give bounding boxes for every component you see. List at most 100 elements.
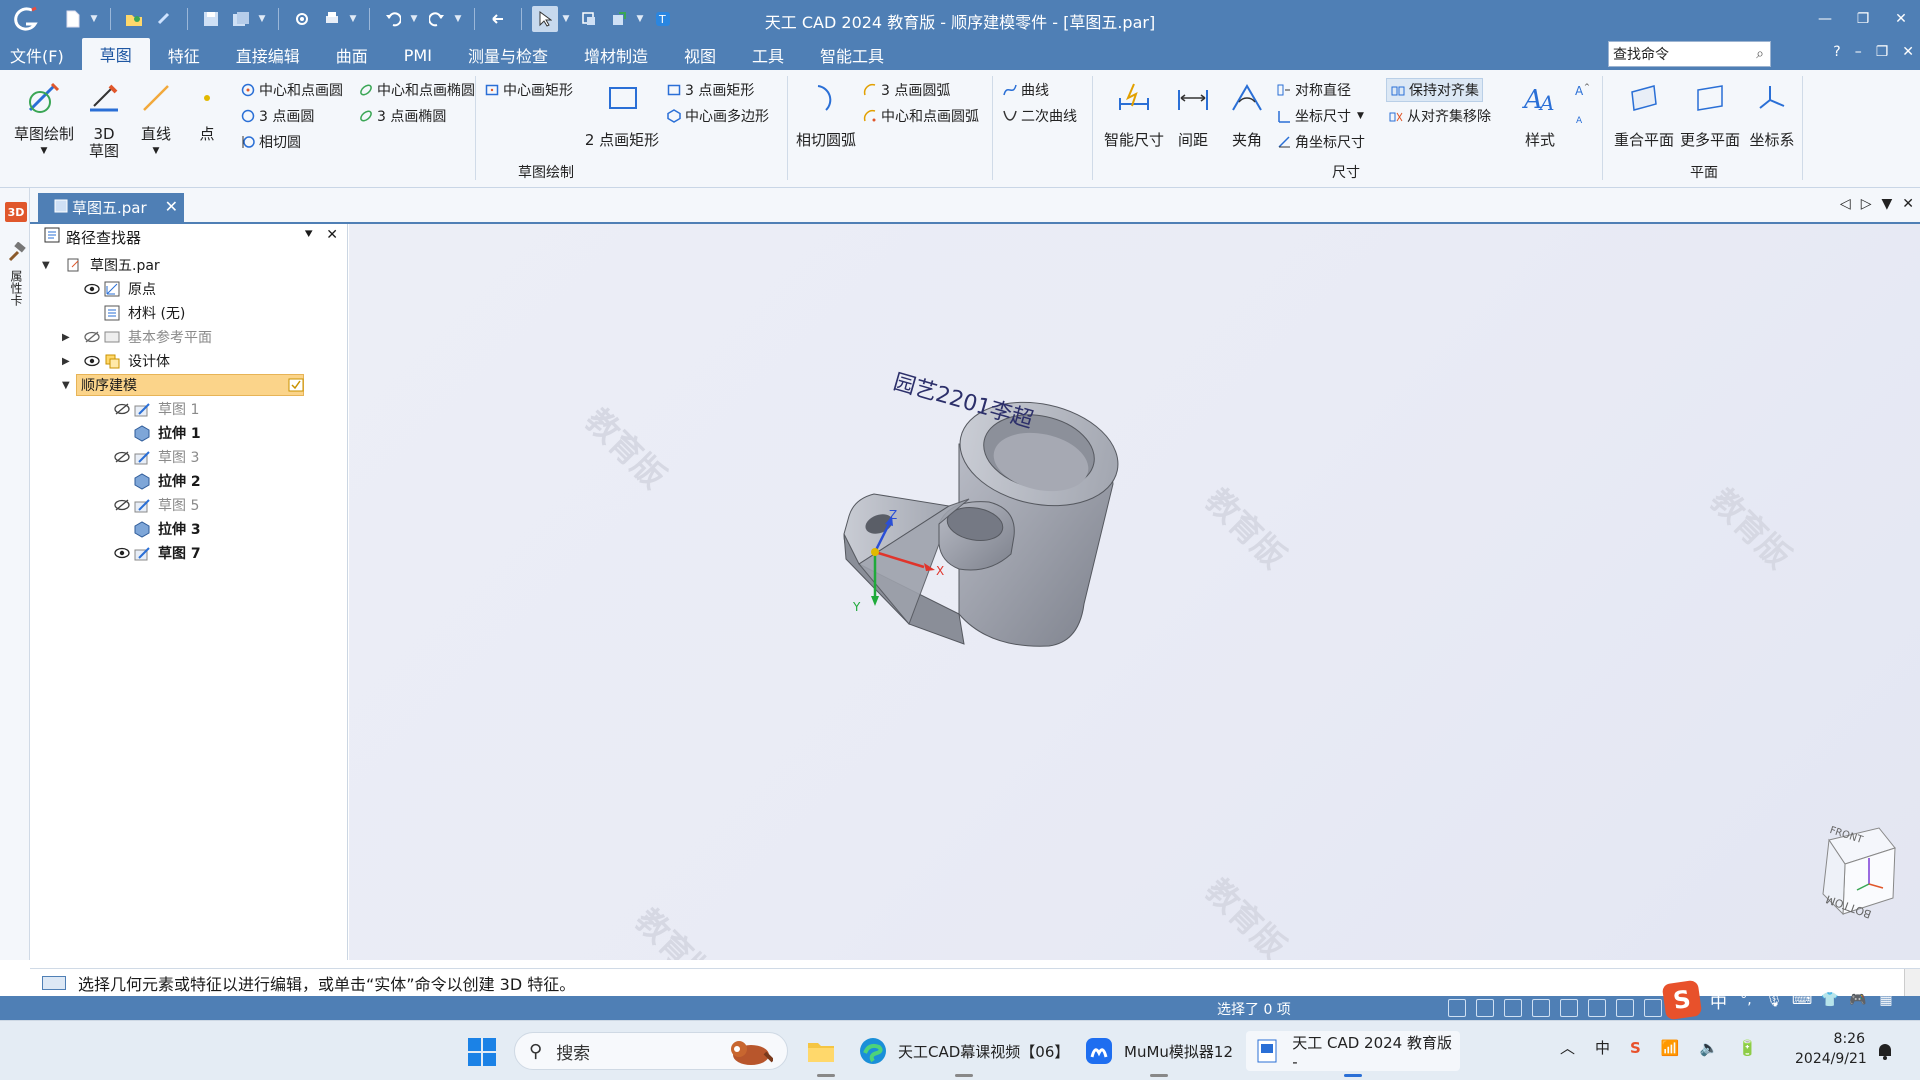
- select-pointer-icon[interactable]: [532, 6, 558, 32]
- conic-button[interactable]: 二次曲线: [1002, 106, 1077, 126]
- fit-view-icon[interactable]: [1504, 999, 1522, 1017]
- property-card-tab[interactable]: 属性卡: [8, 270, 25, 306]
- tree-item-sketch-1[interactable]: 草图 1: [112, 398, 199, 420]
- link-icon[interactable]: [151, 6, 177, 32]
- save-icon[interactable]: [198, 6, 224, 32]
- export-icon[interactable]: [606, 6, 632, 32]
- redo-icon[interactable]: [424, 6, 450, 32]
- tree-item-sketch-3[interactable]: 草图 3: [112, 446, 199, 468]
- eye-visible-icon[interactable]: [82, 353, 102, 369]
- keyboard-icon[interactable]: ⌨: [1792, 991, 1812, 1009]
- chevron-down-icon[interactable]: ▼: [408, 14, 420, 24]
- eye-hidden-icon[interactable]: [112, 401, 132, 417]
- windows-start-icon[interactable]: [467, 1037, 497, 1067]
- tab-list-icon[interactable]: ▼: [1881, 196, 1892, 212]
- tree-item-base-planes[interactable]: ▶ 基本参考平面: [62, 326, 212, 348]
- view-orient-icon[interactable]: [1588, 999, 1606, 1017]
- eye-visible-icon[interactable]: [82, 281, 102, 297]
- save-all-icon[interactable]: [228, 6, 254, 32]
- tree-item-extrude-1[interactable]: 拉伸 1: [132, 422, 201, 444]
- app-logo-icon[interactable]: [8, 2, 42, 36]
- doc-minimize-icon[interactable]: –: [1855, 44, 1862, 60]
- rotate-icon[interactable]: [1560, 999, 1578, 1017]
- three-point-rect-button[interactable]: 3 点画矩形: [666, 80, 754, 100]
- line-button[interactable]: 直线 ▼: [136, 78, 176, 160]
- close-icon[interactable]: ✕: [1882, 0, 1920, 38]
- chevron-down-icon[interactable]: ▼: [88, 14, 100, 24]
- eye-hidden-icon[interactable]: [112, 449, 132, 465]
- panel-menu-icon[interactable]: ⯆: [303, 227, 314, 243]
- collapse-arrow-icon[interactable]: ▼: [42, 260, 56, 271]
- style-button[interactable]: AA 样式: [1514, 78, 1566, 149]
- sketch-draw-button[interactable]: 草图绘制 ▼: [12, 78, 76, 160]
- close-all-tabs-icon[interactable]: ✕: [1902, 196, 1914, 212]
- center-rect-button[interactable]: 中心画矩形: [484, 80, 573, 100]
- part-model[interactable]: [349, 224, 1920, 960]
- taskbar-file-explorer[interactable]: [798, 1031, 854, 1077]
- chevron-down-icon[interactable]: ▼: [256, 14, 268, 24]
- tangent-arc-button[interactable]: 相切圆弧: [794, 78, 858, 149]
- notification-bell-icon[interactable]: [1876, 1041, 1894, 1061]
- tray-expand-icon[interactable]: ︿: [1560, 1037, 1575, 1058]
- open-file-icon[interactable]: [121, 6, 147, 32]
- toolbox-icon[interactable]: ▦: [1877, 991, 1895, 1009]
- tree-item-extrude-3[interactable]: 拉伸 3: [132, 518, 201, 540]
- volume-icon[interactable]: 🔈: [1700, 1039, 1719, 1057]
- taskbar-edge-video[interactable]: 天工CAD幕课视频【06】: [850, 1031, 1077, 1077]
- pan-icon[interactable]: [1532, 999, 1550, 1017]
- eye-hidden-icon[interactable]: [82, 329, 102, 345]
- copy-view-icon[interactable]: [576, 6, 602, 32]
- three-point-circle-button[interactable]: 3 点画圆: [240, 106, 314, 126]
- font-increase-icon[interactable]: A ^: [1574, 82, 1590, 98]
- remove-align-set-button[interactable]: 从对齐集移除: [1388, 106, 1491, 126]
- search-icon[interactable]: ⌕: [1756, 46, 1764, 62]
- sogou-logo-icon[interactable]: S: [1661, 979, 1703, 1021]
- zoom-area-icon[interactable]: [1448, 999, 1466, 1017]
- spacing-button[interactable]: 间距: [1172, 78, 1214, 149]
- tab-sketch[interactable]: 草图: [81, 38, 150, 70]
- chevron-down-icon[interactable]: ▼: [560, 14, 572, 24]
- document-tab[interactable]: 草图五.par ✕: [38, 193, 184, 222]
- tab-pmi[interactable]: PMI: [386, 40, 450, 70]
- sketch-3d-button[interactable]: 3D 草图: [82, 78, 126, 160]
- tab-measure[interactable]: 测量与检查: [450, 40, 566, 70]
- expand-arrow-icon[interactable]: ▶: [62, 332, 76, 343]
- chevron-down-icon[interactable]: ▼: [347, 14, 359, 24]
- center-circle-button[interactable]: 中心和点画圆: [240, 80, 343, 100]
- angle-button[interactable]: 夹角: [1226, 78, 1268, 149]
- panel-close-icon[interactable]: ✕: [326, 227, 338, 243]
- smart-dimension-button[interactable]: 智能尺寸: [1102, 78, 1166, 149]
- tree-item-material[interactable]: 材料 (无): [102, 302, 185, 324]
- tree-item-design-body[interactable]: ▶ 设计体: [62, 350, 170, 372]
- tangent-circle-button[interactable]: 相切圆: [240, 132, 301, 152]
- tab-left-arrow-icon[interactable]: ◁: [1840, 196, 1851, 212]
- expand-arrow-icon[interactable]: ▶: [62, 356, 76, 367]
- back-icon[interactable]: [485, 6, 511, 32]
- angle-coord-dim-button[interactable]: 角坐标尺寸: [1276, 132, 1365, 152]
- center-ellipse-button[interactable]: 中心和点画椭圆: [358, 80, 475, 100]
- sym-diameter-button[interactable]: 对称直径: [1276, 80, 1351, 100]
- print-icon[interactable]: [319, 6, 345, 32]
- taskbar-tiangong-cad[interactable]: 天工 CAD 2024 教育版 -: [1246, 1031, 1460, 1077]
- center-polygon-button[interactable]: 中心画多边形: [666, 106, 769, 126]
- taskbar-search-input[interactable]: ⚲ 搜索: [514, 1032, 788, 1070]
- tree-item-origin[interactable]: 原点: [82, 278, 156, 300]
- coord-dim-button[interactable]: 坐标尺寸 ▼: [1276, 106, 1364, 126]
- ime-mode[interactable]: 中: [1710, 988, 1727, 1013]
- wifi-icon[interactable]: 📶: [1661, 1039, 1680, 1057]
- three-point-ellipse-button[interactable]: 3 点画椭圆: [358, 106, 446, 126]
- render-icon[interactable]: [1644, 999, 1662, 1017]
- coord-sys-button[interactable]: 坐标系: [1744, 78, 1800, 149]
- doc-close-icon[interactable]: ✕: [1902, 44, 1914, 60]
- tab-smart-tools[interactable]: 智能工具: [802, 40, 902, 70]
- microphone-icon[interactable]: 🎙: [1765, 991, 1783, 1009]
- two-point-rect-button[interactable]: 2 点画矩形: [582, 78, 662, 149]
- battery-icon[interactable]: 🔋: [1738, 1039, 1757, 1057]
- command-search-input[interactable]: 查找命令 ⌕: [1608, 41, 1771, 67]
- point-button[interactable]: 点: [192, 78, 222, 143]
- punctuation-icon[interactable]: °,: [1737, 991, 1755, 1009]
- rollback-check-icon[interactable]: [288, 378, 304, 396]
- collapse-arrow-icon[interactable]: ▼: [62, 380, 76, 391]
- hammer-icon[interactable]: [6, 241, 26, 262]
- tab-tools[interactable]: 工具: [734, 40, 802, 70]
